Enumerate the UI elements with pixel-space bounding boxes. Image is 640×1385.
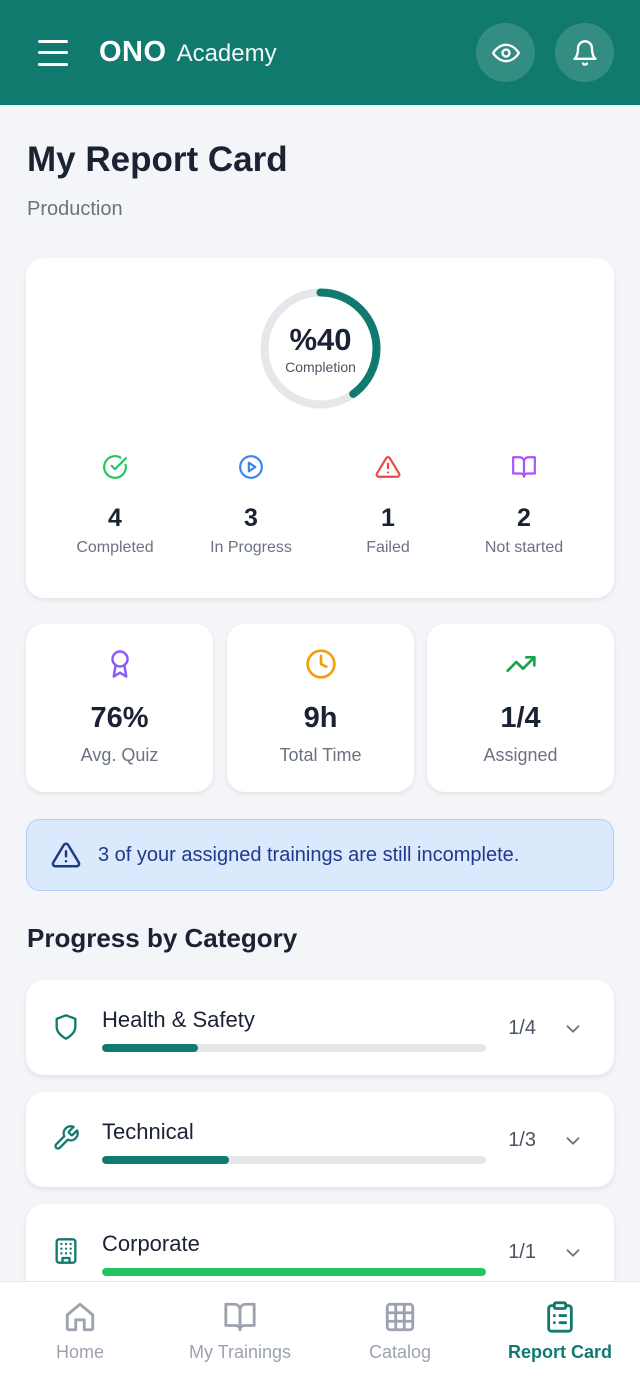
bell-icon [572, 39, 597, 66]
category-health-safety[interactable]: Health & Safety 1/4 [26, 980, 614, 1075]
stat-in-progress: 3 In Progress [181, 454, 321, 557]
clipboard-icon [547, 1301, 573, 1333]
stat-label: In Progress [210, 539, 292, 556]
nav-catalog[interactable]: Catalog [320, 1282, 480, 1385]
page-title: My Report Card [27, 140, 288, 179]
wrench-icon [54, 1125, 79, 1150]
category-progress-fill [102, 1044, 198, 1052]
nav-label: Home [55, 1342, 104, 1362]
stat-failed: 1 Failed [318, 454, 458, 557]
metric-value: 1/4 [500, 702, 541, 734]
nav-label: My Trainings [188, 1342, 292, 1362]
category-count: 1/4 [508, 1017, 536, 1039]
warning-icon [51, 842, 81, 868]
app-header: ONO Academy [0, 0, 640, 105]
stat-label: Completed [76, 539, 154, 556]
page-subtitle: Production [27, 198, 123, 220]
stat-label: Not started [484, 539, 564, 556]
eye-icon [491, 43, 520, 62]
play-circle-icon [239, 455, 263, 479]
stat-value: 3 [244, 504, 258, 532]
app-brand: ONO Academy [99, 36, 277, 69]
nav-report-card[interactable]: Report Card [480, 1282, 640, 1385]
preview-button[interactable] [476, 23, 535, 82]
stat-value: 4 [108, 504, 122, 532]
stat-not-started: 2 Not started [454, 454, 594, 557]
metric-assigned: 1/4 Assigned [427, 624, 614, 792]
report-card-content[interactable]: My Report Card Production %40 Completion… [0, 105, 640, 1281]
metric-value: 9h [303, 702, 338, 734]
category-progress-fill [102, 1268, 486, 1276]
metric-label: Avg. Quiz [80, 745, 159, 765]
metric-value: 76% [90, 702, 149, 734]
warning-icon [375, 456, 401, 478]
award-icon [110, 650, 129, 678]
notifications-button[interactable] [555, 23, 614, 82]
check-circle-icon [103, 455, 127, 479]
hamburger-icon[interactable] [38, 39, 68, 66]
category-progress-track [102, 1044, 486, 1052]
building-icon [55, 1238, 77, 1264]
home-icon [65, 1302, 95, 1332]
stat-label: Failed [366, 539, 410, 556]
metric-total-time: 9h Total Time [227, 624, 414, 792]
brand-name: ONO [99, 36, 167, 68]
bottom-navigation: Home My Trainings Catalog Report Card [0, 1281, 640, 1385]
stat-completed: 4 Completed [45, 454, 185, 557]
stat-value: 1 [381, 504, 395, 532]
nav-my-trainings[interactable]: My Trainings [160, 1282, 320, 1385]
chevron-down-icon[interactable] [562, 1242, 584, 1264]
category-name: Corporate [102, 1231, 200, 1256]
category-name: Technical [102, 1119, 194, 1144]
category-progress-track [102, 1156, 486, 1164]
category-corporate[interactable]: Corporate 1/1 [26, 1204, 614, 1281]
chevron-down-icon[interactable] [562, 1130, 584, 1152]
book-icon [512, 456, 536, 478]
trending-up-icon [505, 656, 536, 672]
chevron-down-icon[interactable] [562, 1018, 584, 1040]
brand-suffix: Academy [176, 40, 277, 67]
incomplete-alert: 3 of your assigned trainings are still i… [26, 819, 614, 891]
section-title: Progress by Category [27, 923, 298, 953]
metric-avg-quiz: 76% Avg. Quiz [26, 624, 213, 792]
book-open-icon [224, 1302, 256, 1332]
grid-icon [385, 1302, 415, 1332]
category-progress-fill [102, 1156, 229, 1164]
category-name: Health & Safety [102, 1007, 255, 1032]
category-technical[interactable]: Technical 1/3 [26, 1092, 614, 1187]
metric-label: Assigned [483, 745, 558, 765]
metric-label: Total Time [279, 745, 362, 765]
alert-text: 3 of your assigned trainings are still i… [98, 843, 520, 866]
completion-card: %40 Completion 4 Completed 3 In Progress… [26, 258, 614, 598]
nav-label: Report Card [507, 1342, 612, 1362]
completion-percent: %40 [289, 322, 352, 357]
category-count: 1/1 [508, 1241, 536, 1263]
clock-icon [305, 649, 336, 679]
nav-label: Catalog [368, 1342, 432, 1362]
category-count: 1/3 [508, 1129, 536, 1151]
completion-label: Completion [285, 359, 356, 375]
shield-icon [55, 1014, 77, 1040]
category-progress-track [102, 1268, 486, 1276]
stat-value: 2 [517, 504, 531, 532]
nav-home[interactable]: Home [0, 1282, 160, 1385]
